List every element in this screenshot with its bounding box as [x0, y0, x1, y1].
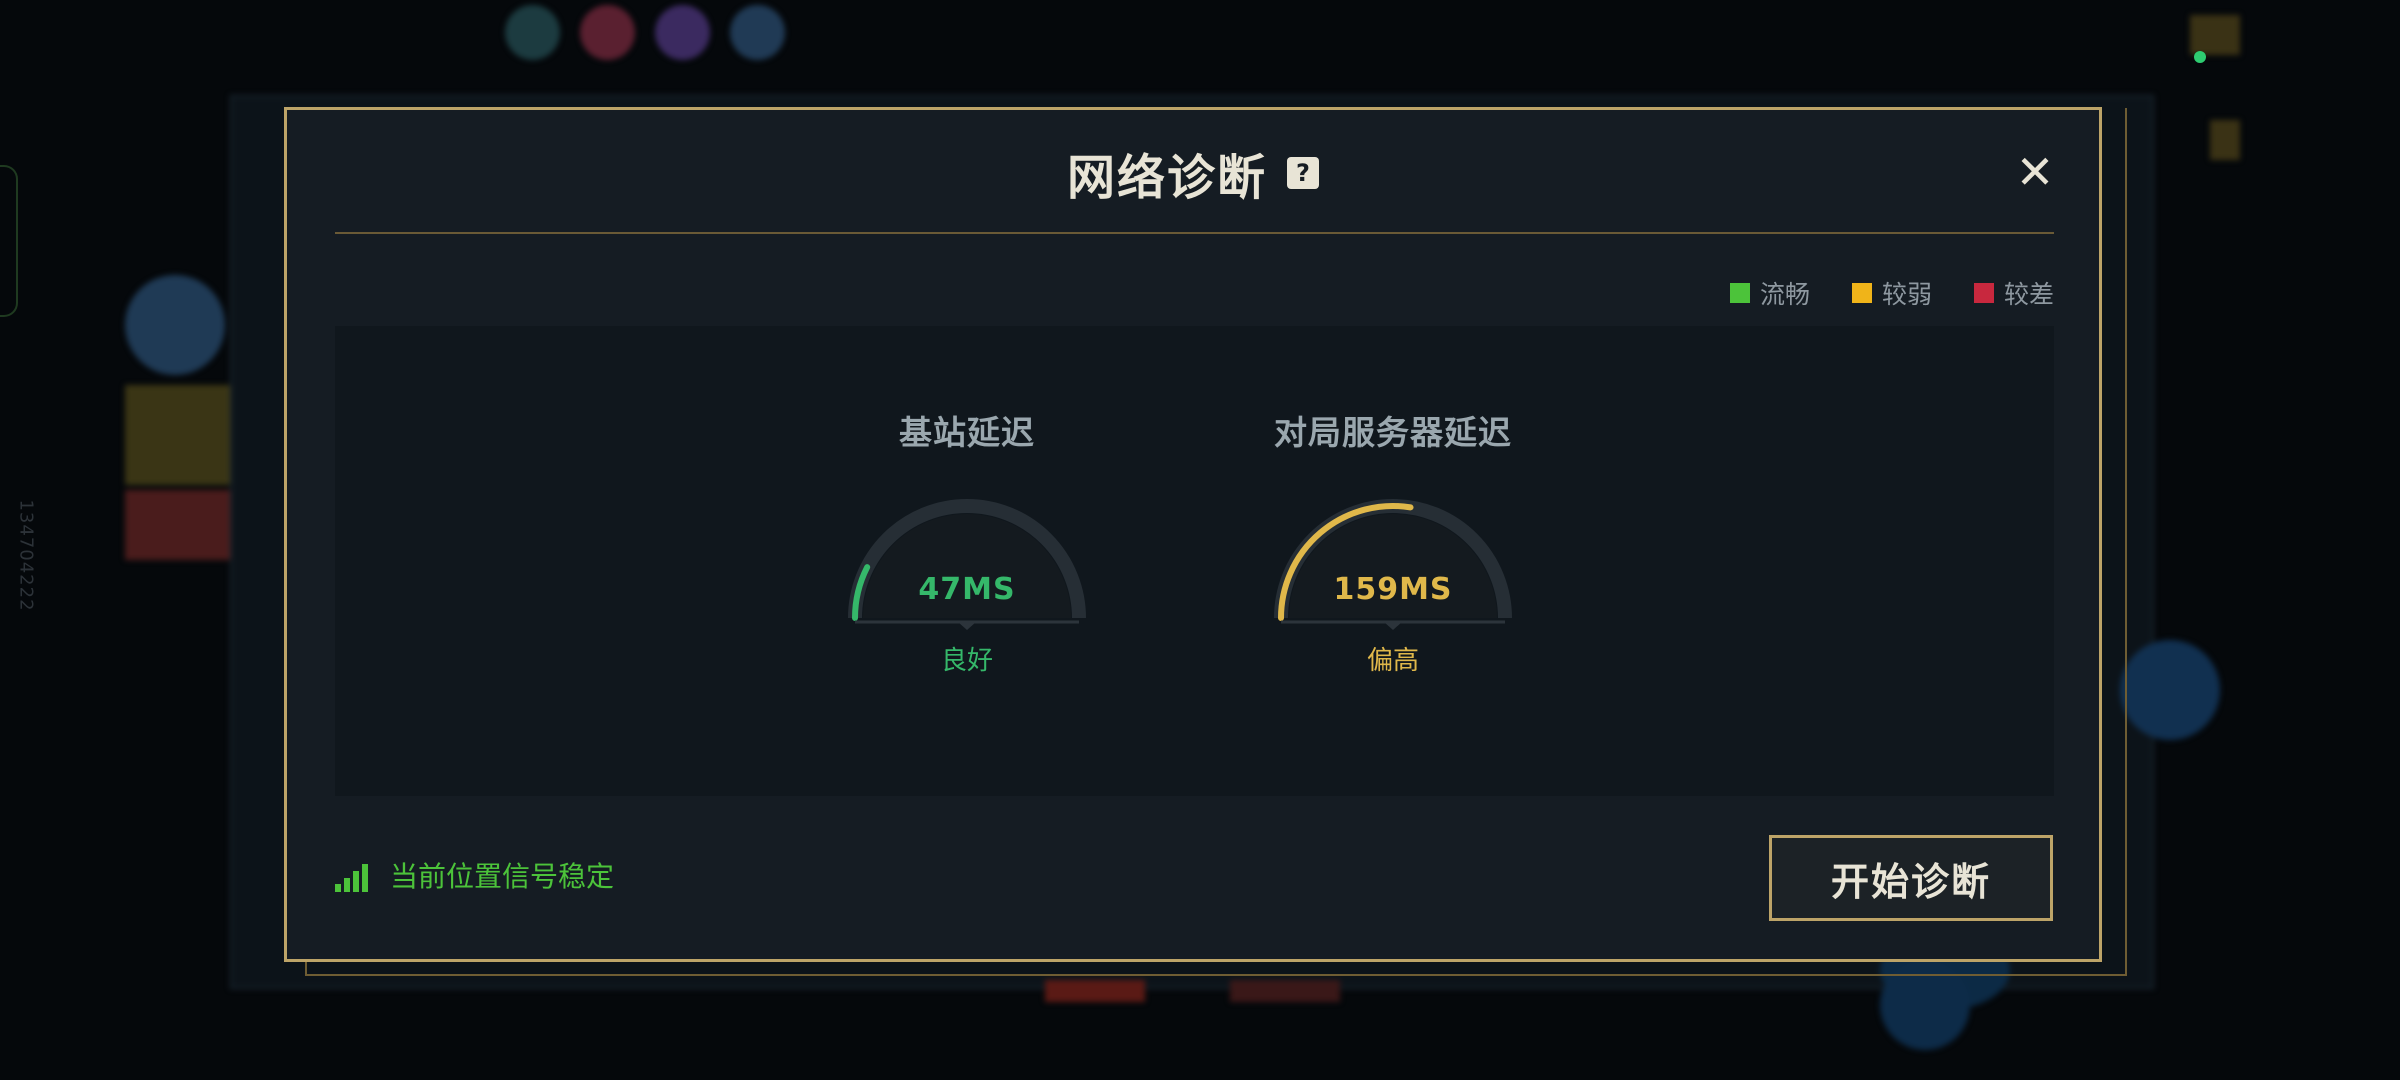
- signal-bars-icon: [335, 862, 368, 892]
- latency-legend: 流畅 较弱 较差: [1729, 275, 2054, 311]
- legend-swatch-red: [1973, 283, 1994, 303]
- gauge-value: 47MS: [918, 572, 1016, 607]
- background-champion-icon: [730, 5, 785, 60]
- legend-item-weak: 较弱: [1851, 275, 1932, 311]
- base-station-latency: 基站延迟 47MS 良好: [827, 406, 1107, 677]
- gauge-status: 偏高: [1366, 646, 1419, 676]
- legend-label: 流畅: [1759, 280, 1810, 309]
- diagnosis-content-area: 基站延迟 47MS 良好 对局服务器延迟 159MS 偏高: [335, 326, 2054, 796]
- close-icon[interactable]: ✕: [2013, 149, 2057, 195]
- match-server-latency: 对局服务器延迟 159MS 偏高: [1253, 406, 1533, 677]
- status-dot: [2194, 51, 2206, 63]
- background-portrait: [125, 490, 230, 560]
- background-champion-icon: [505, 5, 560, 60]
- legend-swatch-green: [1729, 283, 1750, 303]
- latency-gauge: 159MS: [1253, 490, 1533, 630]
- legend-item-smooth: 流畅: [1729, 275, 1810, 311]
- background-item-slot: [1045, 980, 1145, 1002]
- signal-status-text: 当前位置信号稳定: [390, 860, 615, 893]
- gauge-pointer: [958, 622, 976, 630]
- background-avatar: [125, 275, 225, 375]
- gauge-arc-icon: [848, 499, 1086, 630]
- background-item-slot: [1230, 980, 1340, 1002]
- legend-swatch-yellow: [1851, 283, 1872, 303]
- signal-status: 当前位置信号稳定: [335, 862, 614, 892]
- start-diagnosis-button[interactable]: 开始诊断: [1769, 835, 2053, 921]
- dialog-title: 网络诊断: [1066, 150, 1267, 206]
- gauge-title: 对局服务器延迟: [1274, 413, 1512, 452]
- background-top-right-icon: [2190, 15, 2240, 55]
- header-divider: [335, 232, 2054, 234]
- latency-gauge: 47MS: [827, 490, 1107, 630]
- dialog-header: 网络诊断 ?: [287, 138, 2099, 208]
- background-champion-icon: [655, 5, 710, 60]
- gauge-arc-icon: [1274, 499, 1512, 630]
- legend-label: 较弱: [1881, 280, 1932, 309]
- side-edge-bar: [0, 165, 18, 317]
- background-champion-icon: [580, 5, 635, 60]
- help-icon[interactable]: ?: [1287, 157, 1319, 189]
- gauge-pointer: [1384, 622, 1402, 630]
- background-top-right-icon: [2210, 120, 2240, 160]
- gauge-value: 159MS: [1333, 572, 1453, 607]
- side-id-label: 134704222: [15, 499, 37, 612]
- gauge-status: 良好: [940, 646, 993, 676]
- network-diagnosis-dialog: 网络诊断 ? ✕ 流畅 较弱 较差 基站延迟 47MS 良好 对局服务器延迟 1…: [284, 107, 2102, 962]
- gauge-title: 基站延迟: [899, 413, 1035, 452]
- background-skill-icon: [2120, 640, 2220, 740]
- legend-item-poor: 较差: [1973, 275, 2054, 311]
- background-portrait: [125, 385, 230, 485]
- legend-label: 较差: [2003, 280, 2054, 309]
